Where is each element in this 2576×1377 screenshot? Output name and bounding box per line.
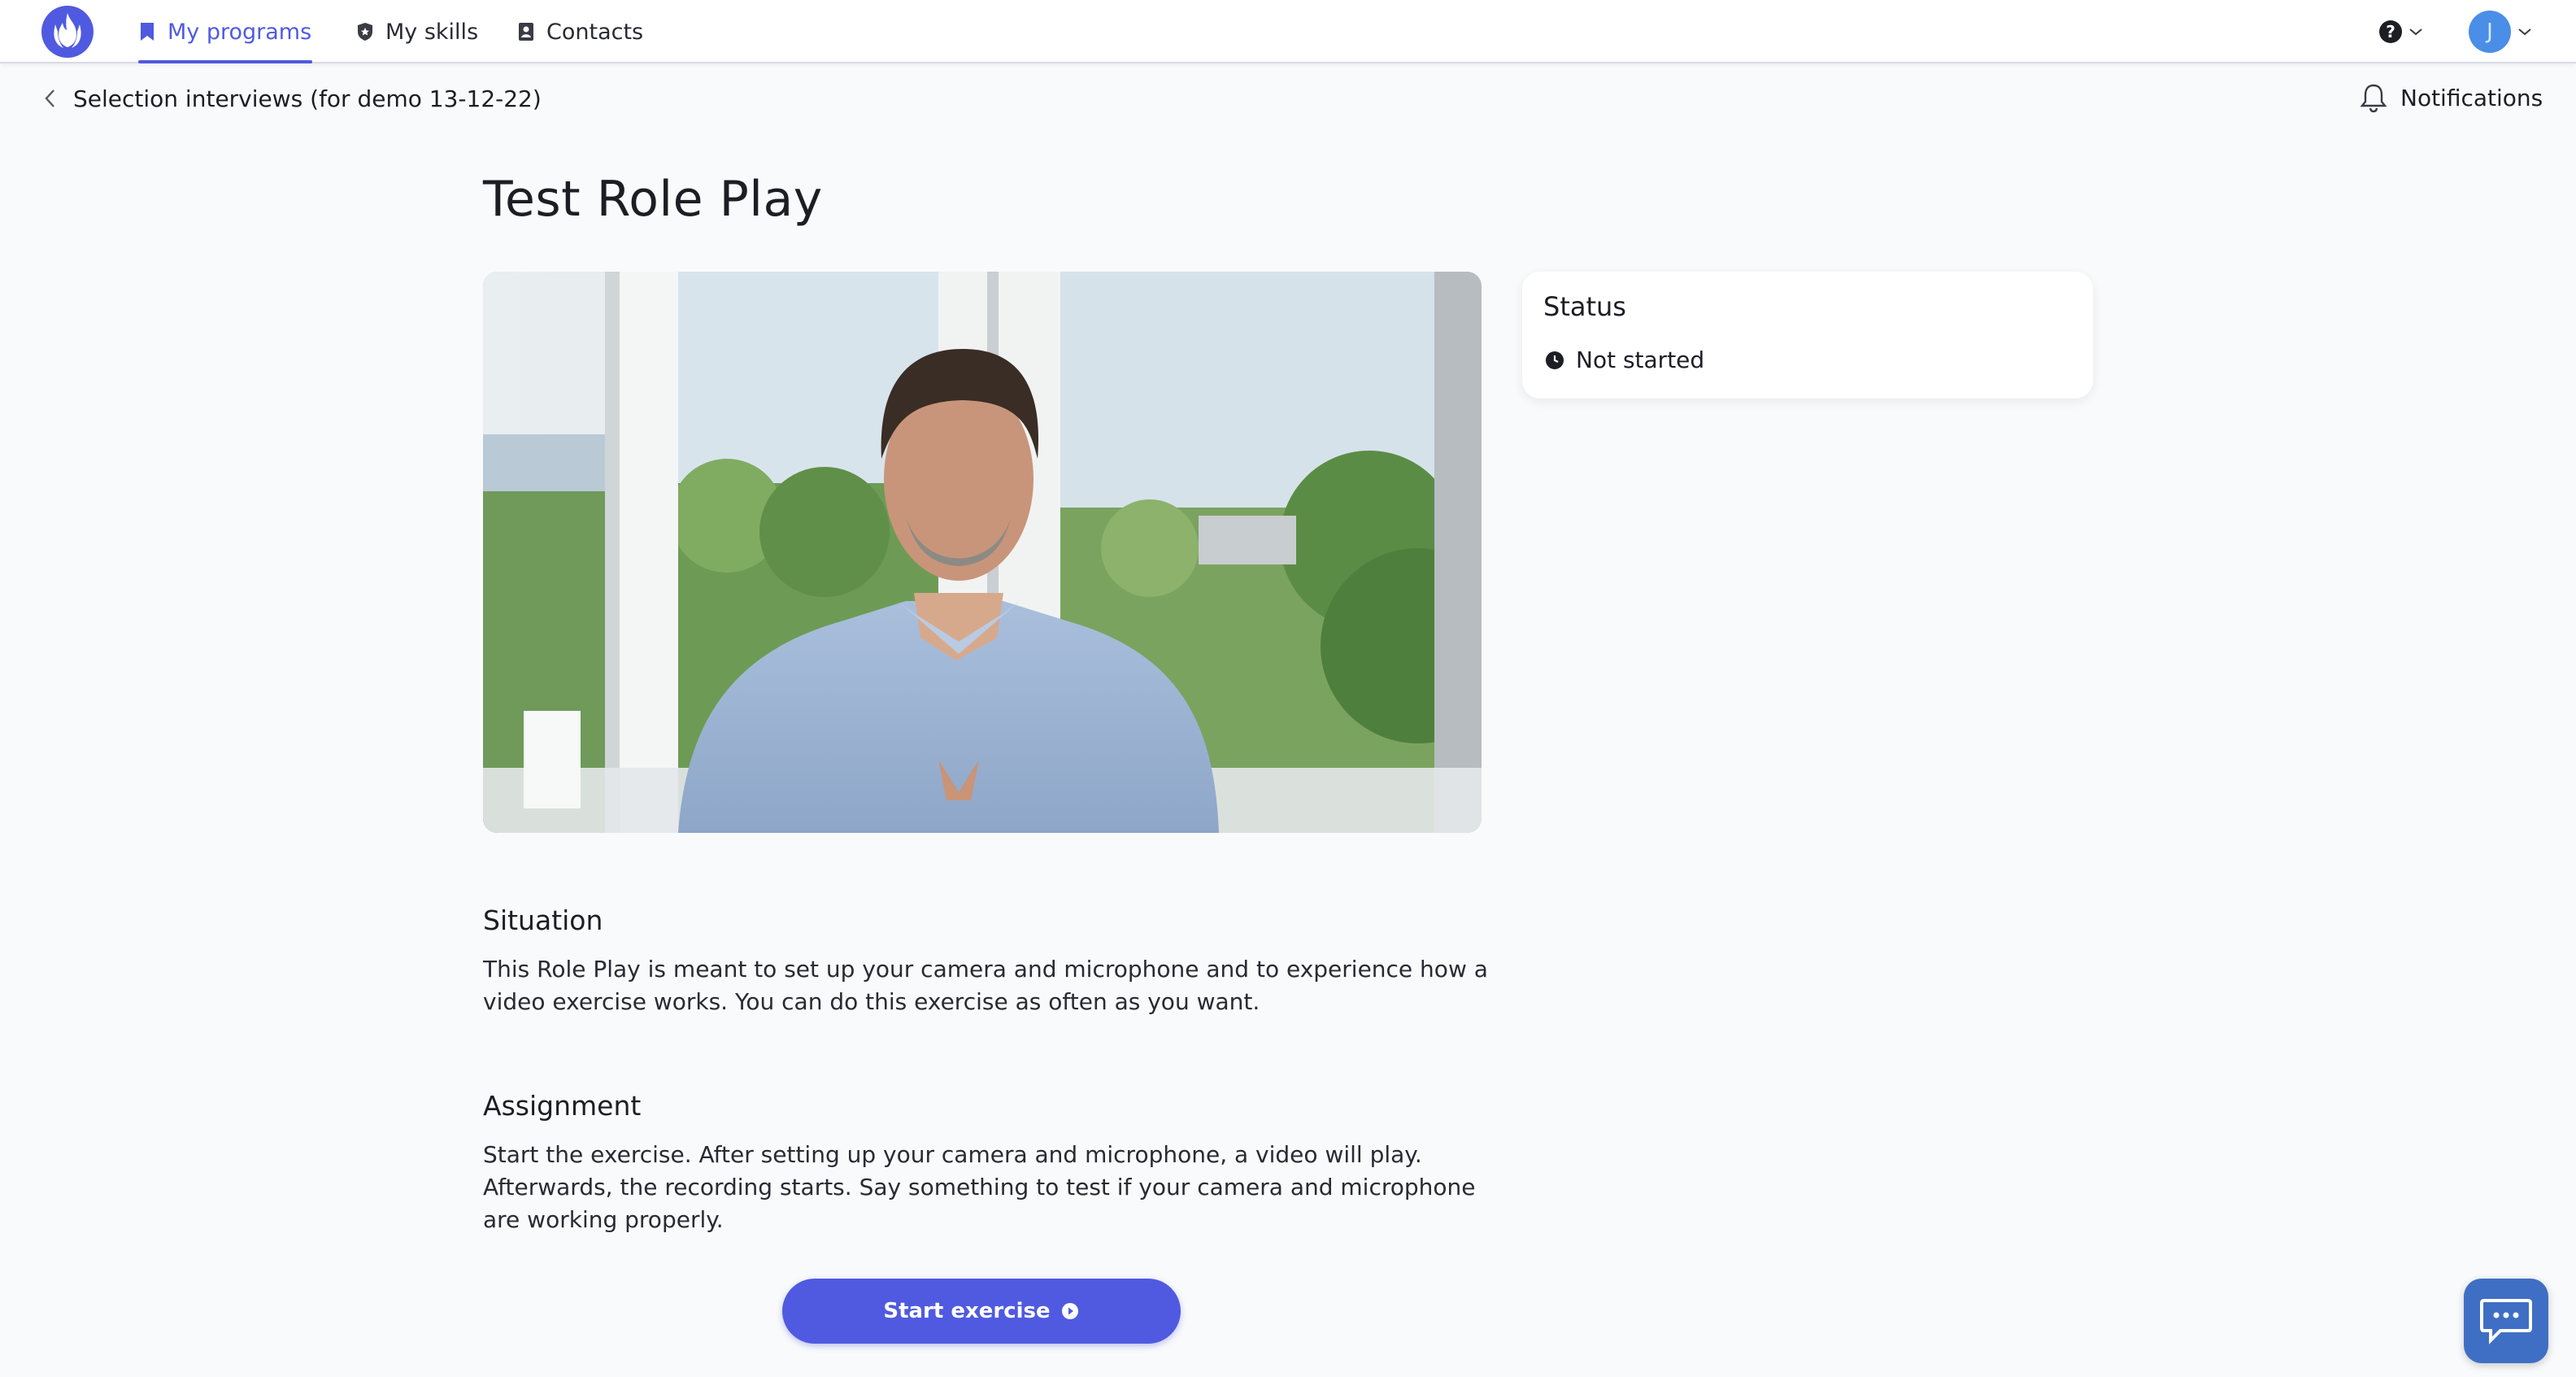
- situation-text: This Role Play is meant to set up your c…: [483, 956, 1488, 1015]
- page-title: Test Role Play: [483, 171, 823, 228]
- shield-icon: [358, 23, 372, 41]
- tab-contacts[interactable]: Contacts: [517, 0, 643, 63]
- bookmark-icon: [141, 23, 154, 41]
- assignment-text: Start the exercise. After setting up you…: [483, 1141, 1476, 1233]
- chat-widget-button[interactable]: [2464, 1279, 2548, 1363]
- bell-icon: [2360, 84, 2387, 113]
- video-frame: [483, 272, 1482, 833]
- status-row: Not started: [1545, 346, 1704, 373]
- status-card: Status Not started: [1522, 272, 2093, 399]
- chat-bubble-icon: [2480, 1299, 2532, 1344]
- exercise-video[interactable]: [483, 272, 1482, 833]
- start-exercise-label: Start exercise: [883, 1299, 1051, 1323]
- tab-label: My programs: [168, 19, 312, 45]
- chevron-down-icon: [2409, 28, 2422, 36]
- clock-icon: [1546, 351, 1564, 369]
- tab-my-skills[interactable]: My skills: [356, 0, 478, 63]
- chevron-left-icon: [45, 89, 54, 107]
- start-exercise-button[interactable]: Start exercise: [782, 1279, 1181, 1344]
- breadcrumb-back-link[interactable]: Selection interviews (for demo 13-12-22): [44, 81, 542, 115]
- tab-my-programs[interactable]: My programs: [138, 0, 312, 63]
- notifications-button[interactable]: Notifications: [2360, 80, 2543, 115]
- notifications-label: Notifications: [2400, 84, 2543, 111]
- breadcrumb-label: Selection interviews (for demo 13-12-22): [73, 85, 542, 112]
- tab-label: My skills: [385, 19, 479, 45]
- play-circle-icon: [1061, 1303, 1078, 1319]
- user-menu-button[interactable]: J: [2469, 10, 2532, 54]
- status-value: Not started: [1576, 346, 1705, 373]
- chevron-down-icon: [2518, 28, 2531, 36]
- app-logo-icon[interactable]: [41, 5, 94, 59]
- help-menu-button[interactable]: ?: [2379, 16, 2423, 47]
- situation-heading: Situation: [483, 904, 603, 936]
- top-navigation-bar: My programs My skills Contacts ? J: [0, 0, 2576, 63]
- tab-label: Contacts: [546, 19, 644, 45]
- assignment-heading: Assignment: [483, 1090, 642, 1122]
- status-title: Status: [1543, 291, 1626, 322]
- help-icon: ?: [2379, 20, 2402, 43]
- avatar: J: [2469, 11, 2511, 53]
- contact-book-icon: [519, 23, 533, 41]
